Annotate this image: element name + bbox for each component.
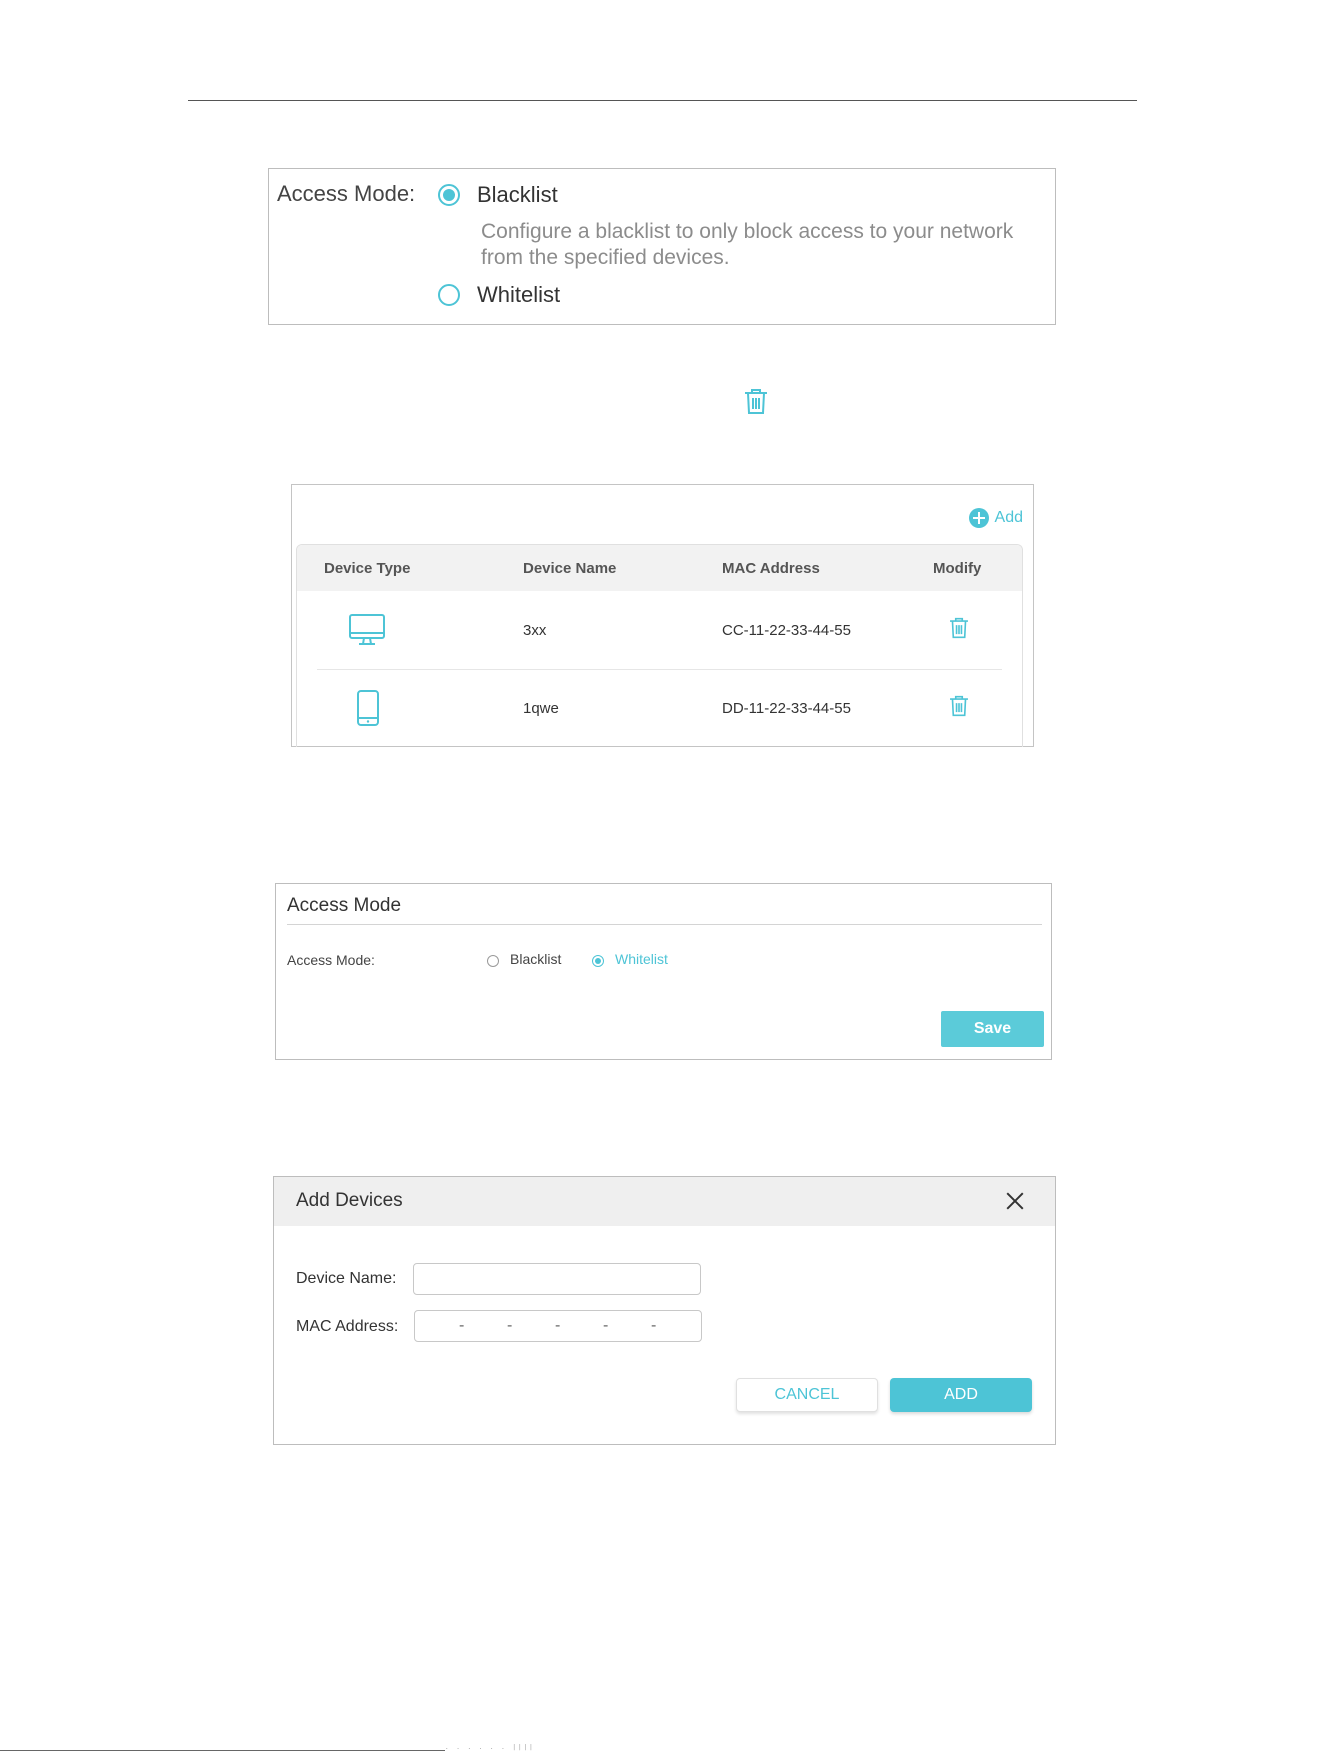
blacklist-radio[interactable] <box>487 955 499 967</box>
close-icon[interactable] <box>1004 1190 1026 1212</box>
access-mode-label: Access Mode: <box>287 952 375 968</box>
trash-icon <box>950 617 968 639</box>
whitelist-radio[interactable] <box>438 284 460 306</box>
blacklist-description: Configure a blacklist to only block acce… <box>481 220 1014 269</box>
device-name-cell: 1qwe <box>523 700 559 717</box>
plus-circle-icon <box>968 508 989 528</box>
header-device-type: Device Type <box>324 560 411 577</box>
mac-separator: - <box>651 1317 657 1334</box>
dialog-title: Add Devices <box>296 1190 403 1211</box>
header-modify: Modify <box>933 560 982 577</box>
access-mode-label: Access Mode: <box>277 181 416 206</box>
header-mac-address: MAC Address <box>722 560 820 577</box>
mac-separator: - <box>555 1317 561 1334</box>
header-device-name: Device Name <box>523 560 617 577</box>
bottom-divider <box>0 1750 445 1751</box>
access-mode-panel: Access Mode Access Mode: Blacklist White… <box>275 883 1052 1060</box>
table-row: 3xx CC-11-22-33-44-55 <box>297 591 1022 669</box>
trash-icon <box>950 695 968 717</box>
whitelist-option-label[interactable]: Whitelist <box>615 951 668 967</box>
top-divider <box>188 100 1137 101</box>
table-header: Device Type Device Name MAC Address Modi… <box>297 545 1022 591</box>
dialog-header: Add Devices <box>274 1177 1055 1226</box>
add-devices-dialog: Add Devices Device Name: MAC Address: - … <box>273 1176 1056 1445</box>
whitelist-radio[interactable] <box>592 955 604 967</box>
mac-address-input[interactable]: - - - - - <box>414 1310 702 1342</box>
delete-device-button[interactable] <box>949 695 969 722</box>
add-button[interactable]: ADD <box>890 1378 1032 1412</box>
delete-device-button[interactable] <box>949 617 969 644</box>
mac-separator: - <box>507 1317 513 1334</box>
monitor-icon <box>349 614 385 651</box>
title-divider <box>287 924 1042 925</box>
add-device-button[interactable]: Add <box>968 508 1023 528</box>
mac-address-label: MAC Address: <box>296 1318 399 1335</box>
trash-icon <box>744 388 768 420</box>
mac-address-cell: CC-11-22-33-44-55 <box>722 622 851 639</box>
save-button[interactable]: Save <box>941 1011 1044 1047</box>
access-mode-title: Access Mode <box>287 895 402 916</box>
device-name-input[interactable] <box>413 1263 701 1295</box>
cancel-button[interactable]: CANCEL <box>736 1378 878 1412</box>
whitelist-option-label[interactable]: Whitelist <box>477 282 560 308</box>
device-table: Device Type Device Name MAC Address Modi… <box>296 544 1023 747</box>
blacklist-option-label[interactable]: Blacklist <box>510 951 561 967</box>
mac-address-cell: DD-11-22-33-44-55 <box>722 700 851 717</box>
add-label: Add <box>994 509 1023 526</box>
device-name-label: Device Name: <box>296 1270 397 1287</box>
access-mode-panel-large: Access Mode: Blacklist Configure a black… <box>268 168 1056 325</box>
phone-icon <box>357 690 379 731</box>
device-list-panel: Add Device Type Device Name MAC Address … <box>291 484 1034 747</box>
footer-marks: . . . . . . |||| <box>445 1744 535 1751</box>
blacklist-option-label[interactable]: Blacklist <box>477 182 558 208</box>
table-row: 1qwe DD-11-22-33-44-55 <box>297 670 1022 747</box>
blacklist-radio[interactable] <box>438 184 460 206</box>
device-name-cell: 3xx <box>523 622 547 639</box>
mac-separator: - <box>459 1317 465 1334</box>
mac-separator: - <box>603 1317 609 1334</box>
